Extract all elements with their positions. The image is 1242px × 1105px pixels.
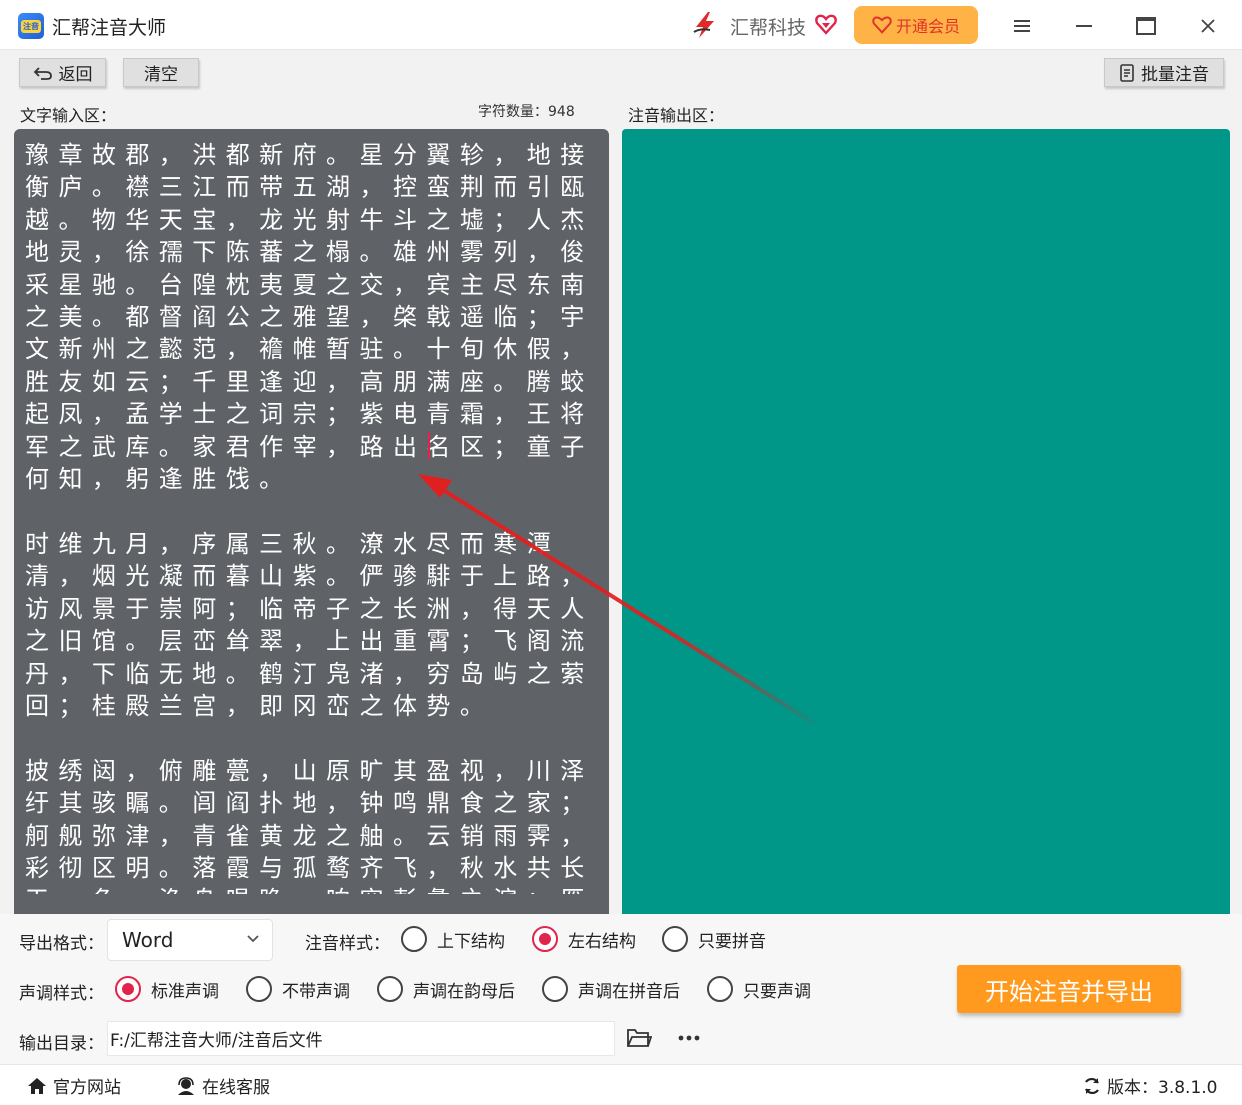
- brand-logo-icon: [693, 12, 714, 38]
- output-dir-input[interactable]: F:/汇帮注音大师/注音后文件: [107, 1021, 615, 1056]
- version-label: 版本：3.8.1.0: [1107, 1078, 1218, 1098]
- clear-button[interactable]: 清空: [123, 58, 199, 87]
- chevron-down-icon: [247, 935, 259, 943]
- radio-label: 上下结构: [437, 931, 505, 952]
- more-options-icon[interactable]: [676, 1027, 704, 1049]
- radio-label: 左右结构: [568, 931, 636, 952]
- radio-unchecked-icon: [377, 976, 403, 1002]
- radio-checked-icon: [115, 976, 141, 1002]
- version-info[interactable]: 版本：3.8.1.0: [1082, 1073, 1217, 1098]
- radio-unchecked-icon: [401, 926, 427, 952]
- input-area-label: 文字输入区：: [20, 106, 117, 125]
- radio-label: 声调在拼音后: [578, 981, 680, 1002]
- radio-unchecked-icon: [662, 926, 688, 952]
- text-caret: [428, 432, 430, 460]
- vip-button[interactable]: 开通会员: [854, 6, 978, 44]
- radio-label: 声调在韵母后: [413, 981, 515, 1002]
- radio-tone-after-final[interactable]: 声调在韵母后: [377, 976, 515, 1002]
- radio-annotation-pinyin-only[interactable]: 只要拼音: [662, 926, 766, 952]
- export-format-select[interactable]: Word: [107, 919, 273, 961]
- pinyin-output-area[interactable]: [622, 129, 1230, 914]
- radio-unchecked-icon: [542, 976, 568, 1002]
- export-format-value: Word: [122, 928, 174, 952]
- text-input-area[interactable]: 豫章故郡，洪都新府。星分翼轸，地接衡庐。襟三江而带五湖，控蛮荆而引瓯越。物华天宝…: [14, 129, 609, 914]
- minimize-icon[interactable]: [1066, 8, 1102, 44]
- folder-open-icon[interactable]: [626, 1027, 652, 1049]
- radio-tone-standard[interactable]: 标准声调: [115, 976, 219, 1002]
- radio-tone-only[interactable]: 只要声调: [707, 976, 811, 1002]
- official-website-link[interactable]: 官方网站: [26, 1073, 121, 1098]
- export-format-label: 导出格式：: [19, 934, 104, 954]
- batch-annotate-button[interactable]: 批量注音: [1104, 58, 1224, 87]
- online-service-label: 在线客服: [202, 1078, 270, 1098]
- toolbar: 返回 清空 批量注音: [0, 50, 1242, 94]
- home-icon: [28, 1077, 46, 1094]
- radio-tone-none[interactable]: 不带声调: [246, 976, 350, 1002]
- radio-label: 只要拼音: [698, 931, 766, 952]
- customer-service-icon: [178, 1076, 194, 1095]
- radio-label: 不带声调: [282, 981, 350, 1002]
- output-dir-label: 输出目录：: [19, 1034, 104, 1054]
- vip-button-label: 开通会员: [895, 17, 960, 36]
- radio-checked-icon: [532, 926, 558, 952]
- tone-style-label: 声调样式：: [19, 984, 104, 1004]
- start-export-button[interactable]: 开始注音并导出: [957, 965, 1181, 1013]
- clear-button-label: 清空: [144, 65, 178, 85]
- refresh-icon: [1085, 1077, 1099, 1094]
- title-bar: 注音 汇帮注音大师 汇帮科技 开通会员: [0, 0, 1242, 50]
- back-button[interactable]: 返回: [19, 58, 106, 87]
- output-dir-value: F:/汇帮注音大师/注音后文件: [110, 1031, 323, 1051]
- maximize-icon[interactable]: [1128, 8, 1164, 44]
- app-title: 汇帮注音大师: [52, 17, 167, 39]
- output-area-label: 注音输出区：: [628, 106, 725, 125]
- radio-unchecked-icon: [707, 976, 733, 1002]
- radio-annotation-left-right[interactable]: 左右结构: [532, 926, 636, 952]
- input-text-content[interactable]: 豫章故郡，洪都新府。星分翼轸，地接衡庐。襟三江而带五湖，控蛮荆而引瓯越。物华天宝…: [25, 139, 595, 894]
- radio-annotation-top-bottom[interactable]: 上下结构: [401, 926, 505, 952]
- online-service-link[interactable]: 在线客服: [175, 1073, 270, 1098]
- radio-unchecked-icon: [246, 976, 272, 1002]
- annotation-style-label: 注音样式：: [305, 934, 390, 954]
- menu-icon[interactable]: [1004, 8, 1040, 44]
- batch-annotate-label: 批量注音: [1141, 65, 1209, 85]
- official-website-label: 官方网站: [53, 1078, 121, 1098]
- close-icon[interactable]: [1190, 8, 1226, 44]
- radio-tone-after-pinyin[interactable]: 声调在拼音后: [542, 976, 680, 1002]
- radio-label: 只要声调: [743, 981, 811, 1002]
- brand-name: 汇帮科技: [730, 17, 807, 39]
- back-arrow-icon: [33, 66, 52, 80]
- app-logo-icon: 注音: [18, 13, 44, 39]
- vip-heart-icon: [815, 14, 837, 35]
- vip-diamond-icon: [872, 16, 892, 34]
- char-count: 字符数量：948: [478, 104, 575, 120]
- document-icon: [1120, 63, 1134, 82]
- back-button-label: 返回: [58, 65, 93, 85]
- radio-label: 标准声调: [151, 981, 219, 1002]
